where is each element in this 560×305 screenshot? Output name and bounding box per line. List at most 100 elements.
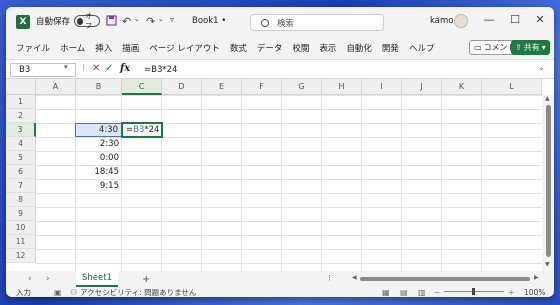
scroll-left-icon[interactable]: ◀ bbox=[352, 274, 357, 281]
customize-qat-icon[interactable]: ▿ bbox=[170, 15, 174, 24]
tab-review[interactable]: 校閲 bbox=[287, 42, 314, 54]
sheet-tab-bar: ‹ › Sheet1 + ⁝ ◀ ▶ bbox=[6, 271, 554, 287]
tab-home[interactable]: ホーム bbox=[55, 42, 90, 54]
share-button[interactable]: ⇪ 共有 ▾ bbox=[511, 40, 550, 55]
chevron-down-icon: ▾ bbox=[541, 43, 546, 52]
column-header[interactable]: K bbox=[442, 79, 482, 95]
save-icon[interactable] bbox=[106, 15, 117, 26]
avatar[interactable] bbox=[454, 14, 468, 28]
row-header[interactable]: 12 bbox=[6, 249, 36, 263]
search-placeholder: 検索 bbox=[277, 18, 295, 29]
column-header[interactable]: E bbox=[202, 79, 242, 95]
scroll-sheets-right-icon[interactable]: › bbox=[46, 274, 50, 284]
autosave[interactable]: 自動保存 オフ bbox=[36, 12, 101, 30]
row-header[interactable]: 3 bbox=[6, 123, 36, 137]
tab-view[interactable]: 表示 bbox=[314, 42, 341, 54]
scroll-down-icon[interactable]: ▼ bbox=[545, 261, 550, 268]
column-header[interactable]: G bbox=[282, 79, 322, 95]
cell-c3-editing[interactable]: = B3 *24 bbox=[121, 122, 163, 138]
column-header[interactable]: D bbox=[162, 79, 202, 95]
horizontal-scrollbar[interactable]: ◀ ▶ bbox=[352, 274, 542, 283]
ribbon-tabs: ファイル ホーム 挿入 描画 ページ レイアウト 数式 データ 校閲 表示 自動… bbox=[6, 37, 554, 59]
row-header[interactable]: 1 bbox=[6, 95, 36, 109]
cell-b3[interactable]: 4:30 bbox=[75, 123, 122, 137]
column-header[interactable]: H bbox=[322, 79, 362, 95]
tab-help[interactable]: ヘルプ bbox=[404, 42, 440, 54]
vertical-scroll-thumb[interactable] bbox=[546, 105, 551, 257]
maximize-icon[interactable]: ☐ bbox=[506, 13, 524, 26]
scroll-sheets-left-icon[interactable]: ‹ bbox=[28, 274, 32, 284]
file-title: Book1 • bbox=[192, 16, 227, 26]
formula-bar: B3 ▾ ⁝ ✕ ✓ fx =B3*24 ⌄ bbox=[6, 59, 554, 79]
row-header[interactable]: 9 bbox=[6, 207, 36, 221]
zoom-out-icon[interactable]: − bbox=[434, 288, 440, 297]
column-header[interactable]: F bbox=[242, 79, 282, 95]
cell-area[interactable]: 4:30 2:30 0:00 18:45 9:15 = B3 *24 bbox=[36, 95, 542, 271]
search-icon bbox=[261, 18, 269, 27]
row-header[interactable]: 2 bbox=[6, 109, 36, 123]
cell-b7[interactable]: 9:15 bbox=[75, 179, 122, 193]
undo-dropdown-icon[interactable]: ⌄ bbox=[134, 15, 140, 23]
column-header[interactable]: J bbox=[402, 79, 442, 95]
minimize-icon[interactable]: — bbox=[480, 13, 498, 26]
formula-input[interactable]: =B3*24 bbox=[144, 63, 534, 77]
search-box[interactable]: 検索 bbox=[250, 14, 384, 31]
worksheet-grid: A B C D E F G H I J K L 1 2 3 4 5 6 7 8 … bbox=[6, 79, 554, 271]
macro-record-icon[interactable]: ▣ bbox=[54, 288, 62, 297]
tab-page-layout[interactable]: ページ レイアウト bbox=[144, 42, 225, 54]
normal-view-icon[interactable]: ▦ bbox=[382, 288, 390, 297]
scroll-up-icon[interactable]: ▲ bbox=[545, 95, 550, 102]
column-header[interactable]: C bbox=[122, 79, 162, 95]
row-header[interactable]: 10 bbox=[6, 221, 36, 235]
page-layout-view-icon[interactable]: ▤ bbox=[400, 288, 408, 297]
row-header[interactable]: 4 bbox=[6, 137, 36, 151]
sheet-tab-sheet1[interactable]: Sheet1 bbox=[76, 271, 118, 287]
tab-developer[interactable]: 開発 bbox=[377, 42, 404, 54]
fx-icon[interactable]: fx bbox=[120, 63, 130, 74]
comment-icon: ▭ bbox=[474, 43, 482, 52]
tab-file[interactable]: ファイル bbox=[11, 42, 55, 54]
page-break-view-icon[interactable]: ▥ bbox=[418, 288, 426, 297]
tab-automate[interactable]: 自動化 bbox=[341, 42, 377, 54]
column-header[interactable]: B bbox=[76, 79, 122, 95]
zoom-slider-thumb[interactable] bbox=[472, 288, 475, 295]
tab-formulas[interactable]: 数式 bbox=[225, 42, 252, 54]
cell-b5[interactable]: 0:00 bbox=[75, 151, 122, 165]
cell-b6[interactable]: 18:45 bbox=[75, 165, 122, 179]
accessibility-icon[interactable]: ⚇ bbox=[70, 288, 77, 297]
accessibility-status[interactable]: アクセシビリティ: 問題ありません bbox=[80, 287, 196, 298]
status-mode: 入力 bbox=[16, 287, 31, 297]
select-all-corner[interactable] bbox=[6, 79, 36, 95]
column-header[interactable]: L bbox=[482, 79, 542, 95]
tab-data[interactable]: データ bbox=[252, 42, 288, 54]
enter-icon[interactable]: ✓ bbox=[105, 63, 113, 74]
row-header[interactable]: 8 bbox=[6, 193, 36, 207]
horizontal-scroll-thumb[interactable] bbox=[360, 277, 530, 281]
cancel-icon[interactable]: ✕ bbox=[92, 63, 100, 74]
add-sheet-button[interactable]: + bbox=[142, 274, 150, 285]
redo-icon[interactable]: ↷ bbox=[146, 15, 155, 28]
row-header[interactable]: 11 bbox=[6, 235, 36, 249]
redo-dropdown-icon[interactable]: ⌄ bbox=[158, 15, 164, 23]
close-icon[interactable]: ✕ bbox=[531, 13, 549, 26]
autosave-label: 自動保存 bbox=[36, 17, 71, 27]
excel-logo-icon: X bbox=[16, 15, 30, 29]
tab-insert[interactable]: 挿入 bbox=[90, 42, 117, 54]
row-header[interactable]: 6 bbox=[6, 165, 36, 179]
scroll-right-icon[interactable]: ▶ bbox=[534, 274, 539, 281]
column-header[interactable]: I bbox=[362, 79, 402, 95]
row-header[interactable]: 5 bbox=[6, 151, 36, 165]
column-header[interactable]: A bbox=[36, 79, 76, 95]
excel-window: X 自動保存 オフ ↶ ⌄ ↷ ⌄ ▿ Book1 • 検索 kamo — ☐ … bbox=[6, 7, 554, 297]
autosave-toggle[interactable]: オフ bbox=[74, 12, 101, 30]
zoom-level[interactable]: 100% bbox=[524, 288, 545, 297]
row-header[interactable]: 7 bbox=[6, 179, 36, 193]
zoom-in-icon[interactable]: + bbox=[508, 288, 514, 297]
undo-icon[interactable]: ↶ bbox=[122, 15, 131, 28]
user-name[interactable]: kamo bbox=[430, 16, 453, 26]
name-box-dropdown-icon[interactable]: ▾ bbox=[64, 63, 68, 71]
vertical-scrollbar[interactable]: ▲ ▼ bbox=[542, 95, 554, 271]
cell-b4[interactable]: 2:30 bbox=[75, 137, 122, 151]
expand-formula-bar-icon[interactable]: ⌄ bbox=[538, 63, 545, 72]
tab-draw[interactable]: 描画 bbox=[117, 42, 144, 54]
